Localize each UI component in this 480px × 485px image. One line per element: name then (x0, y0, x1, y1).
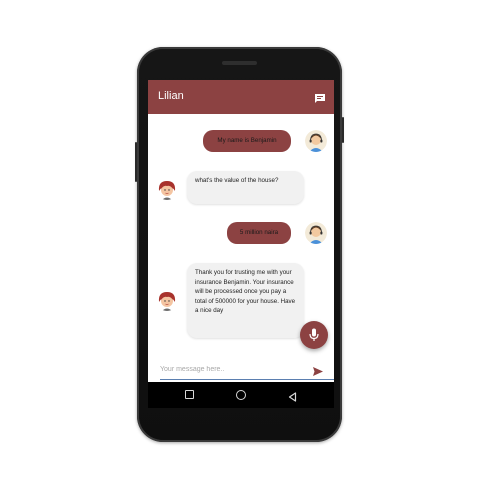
chat-list: My name is Benjamin what's the value of … (148, 114, 334, 350)
message-text: 5 million naira (239, 229, 279, 236)
app-bar: Lilian (148, 80, 334, 114)
input-underline (160, 379, 334, 380)
bot-message-bubble: Thank you for trusting me with your insu… (187, 263, 304, 338)
power-button (342, 117, 344, 143)
user-headset-avatar (305, 130, 327, 152)
app-screen: Lilian My name is Benjamin what's the va… (148, 80, 334, 382)
phone-speaker (222, 61, 257, 65)
app-title: Lilian (158, 90, 184, 102)
message-text: Thank you for trusting me with your insu… (195, 269, 296, 314)
message-text: what's the value of the house? (195, 177, 279, 184)
back-icon[interactable] (288, 389, 297, 407)
recent-apps-icon[interactable] (185, 390, 194, 399)
chat-bubble-icon[interactable] (314, 91, 326, 103)
send-icon[interactable] (312, 364, 324, 376)
bot-girl-avatar (156, 178, 178, 200)
message-composer (148, 358, 334, 382)
message-text: My name is Benjamin (217, 137, 277, 144)
microphone-icon (309, 328, 319, 341)
bot-message-bubble: what's the value of the house? (187, 171, 304, 204)
user-message-bubble: 5 million naira (227, 222, 291, 244)
user-headset-avatar (305, 222, 327, 244)
bot-girl-avatar (156, 289, 178, 311)
home-icon[interactable] (236, 390, 246, 400)
microphone-button[interactable] (300, 321, 328, 349)
message-input[interactable] (160, 361, 310, 377)
user-message-bubble: My name is Benjamin (203, 130, 291, 152)
volume-button (135, 142, 137, 182)
system-nav-bar (148, 382, 334, 408)
